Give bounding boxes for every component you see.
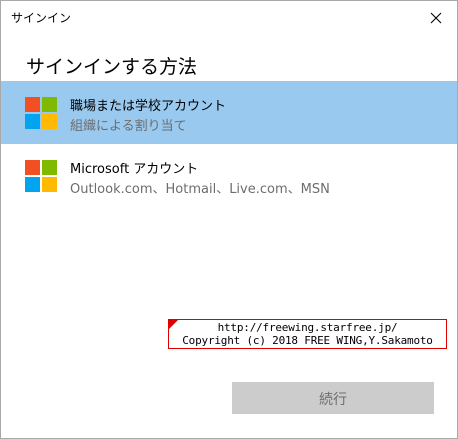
microsoft-logo-icon (25, 160, 58, 193)
microsoft-logo-icon (25, 97, 58, 130)
window-title: サインイン (11, 11, 72, 25)
close-button[interactable] (423, 6, 449, 30)
signin-dialog: サインイン サインインする方法 職場または学校アカウント 組織による割り当て M… (0, 0, 458, 439)
option-title: 職場または学校アカウント (70, 99, 227, 114)
page-title: サインインする方法 (26, 56, 198, 78)
copyright-watermark: http://freewing.starfree.jp/ Copyright (… (168, 319, 447, 349)
option-microsoft-account[interactable]: Microsoft アカウント Outlook.com、Hotmail、Live… (1, 144, 457, 207)
option-subtitle: 組織による割り当て (70, 119, 187, 134)
close-icon (430, 12, 442, 24)
watermark-copyright: Copyright (c) 2018 FREE WING,Y.Sakamoto (182, 334, 433, 347)
option-title: Microsoft アカウント (70, 162, 199, 177)
watermark-url: http://freewing.starfree.jp/ (217, 321, 398, 334)
title-bar: サインイン (1, 1, 457, 34)
option-work-school-account[interactable]: 職場または学校アカウント 組織による割り当て (1, 81, 457, 144)
continue-button[interactable]: 続行 (232, 382, 434, 414)
option-subtitle: Outlook.com、Hotmail、Live.com、MSN (70, 182, 330, 197)
